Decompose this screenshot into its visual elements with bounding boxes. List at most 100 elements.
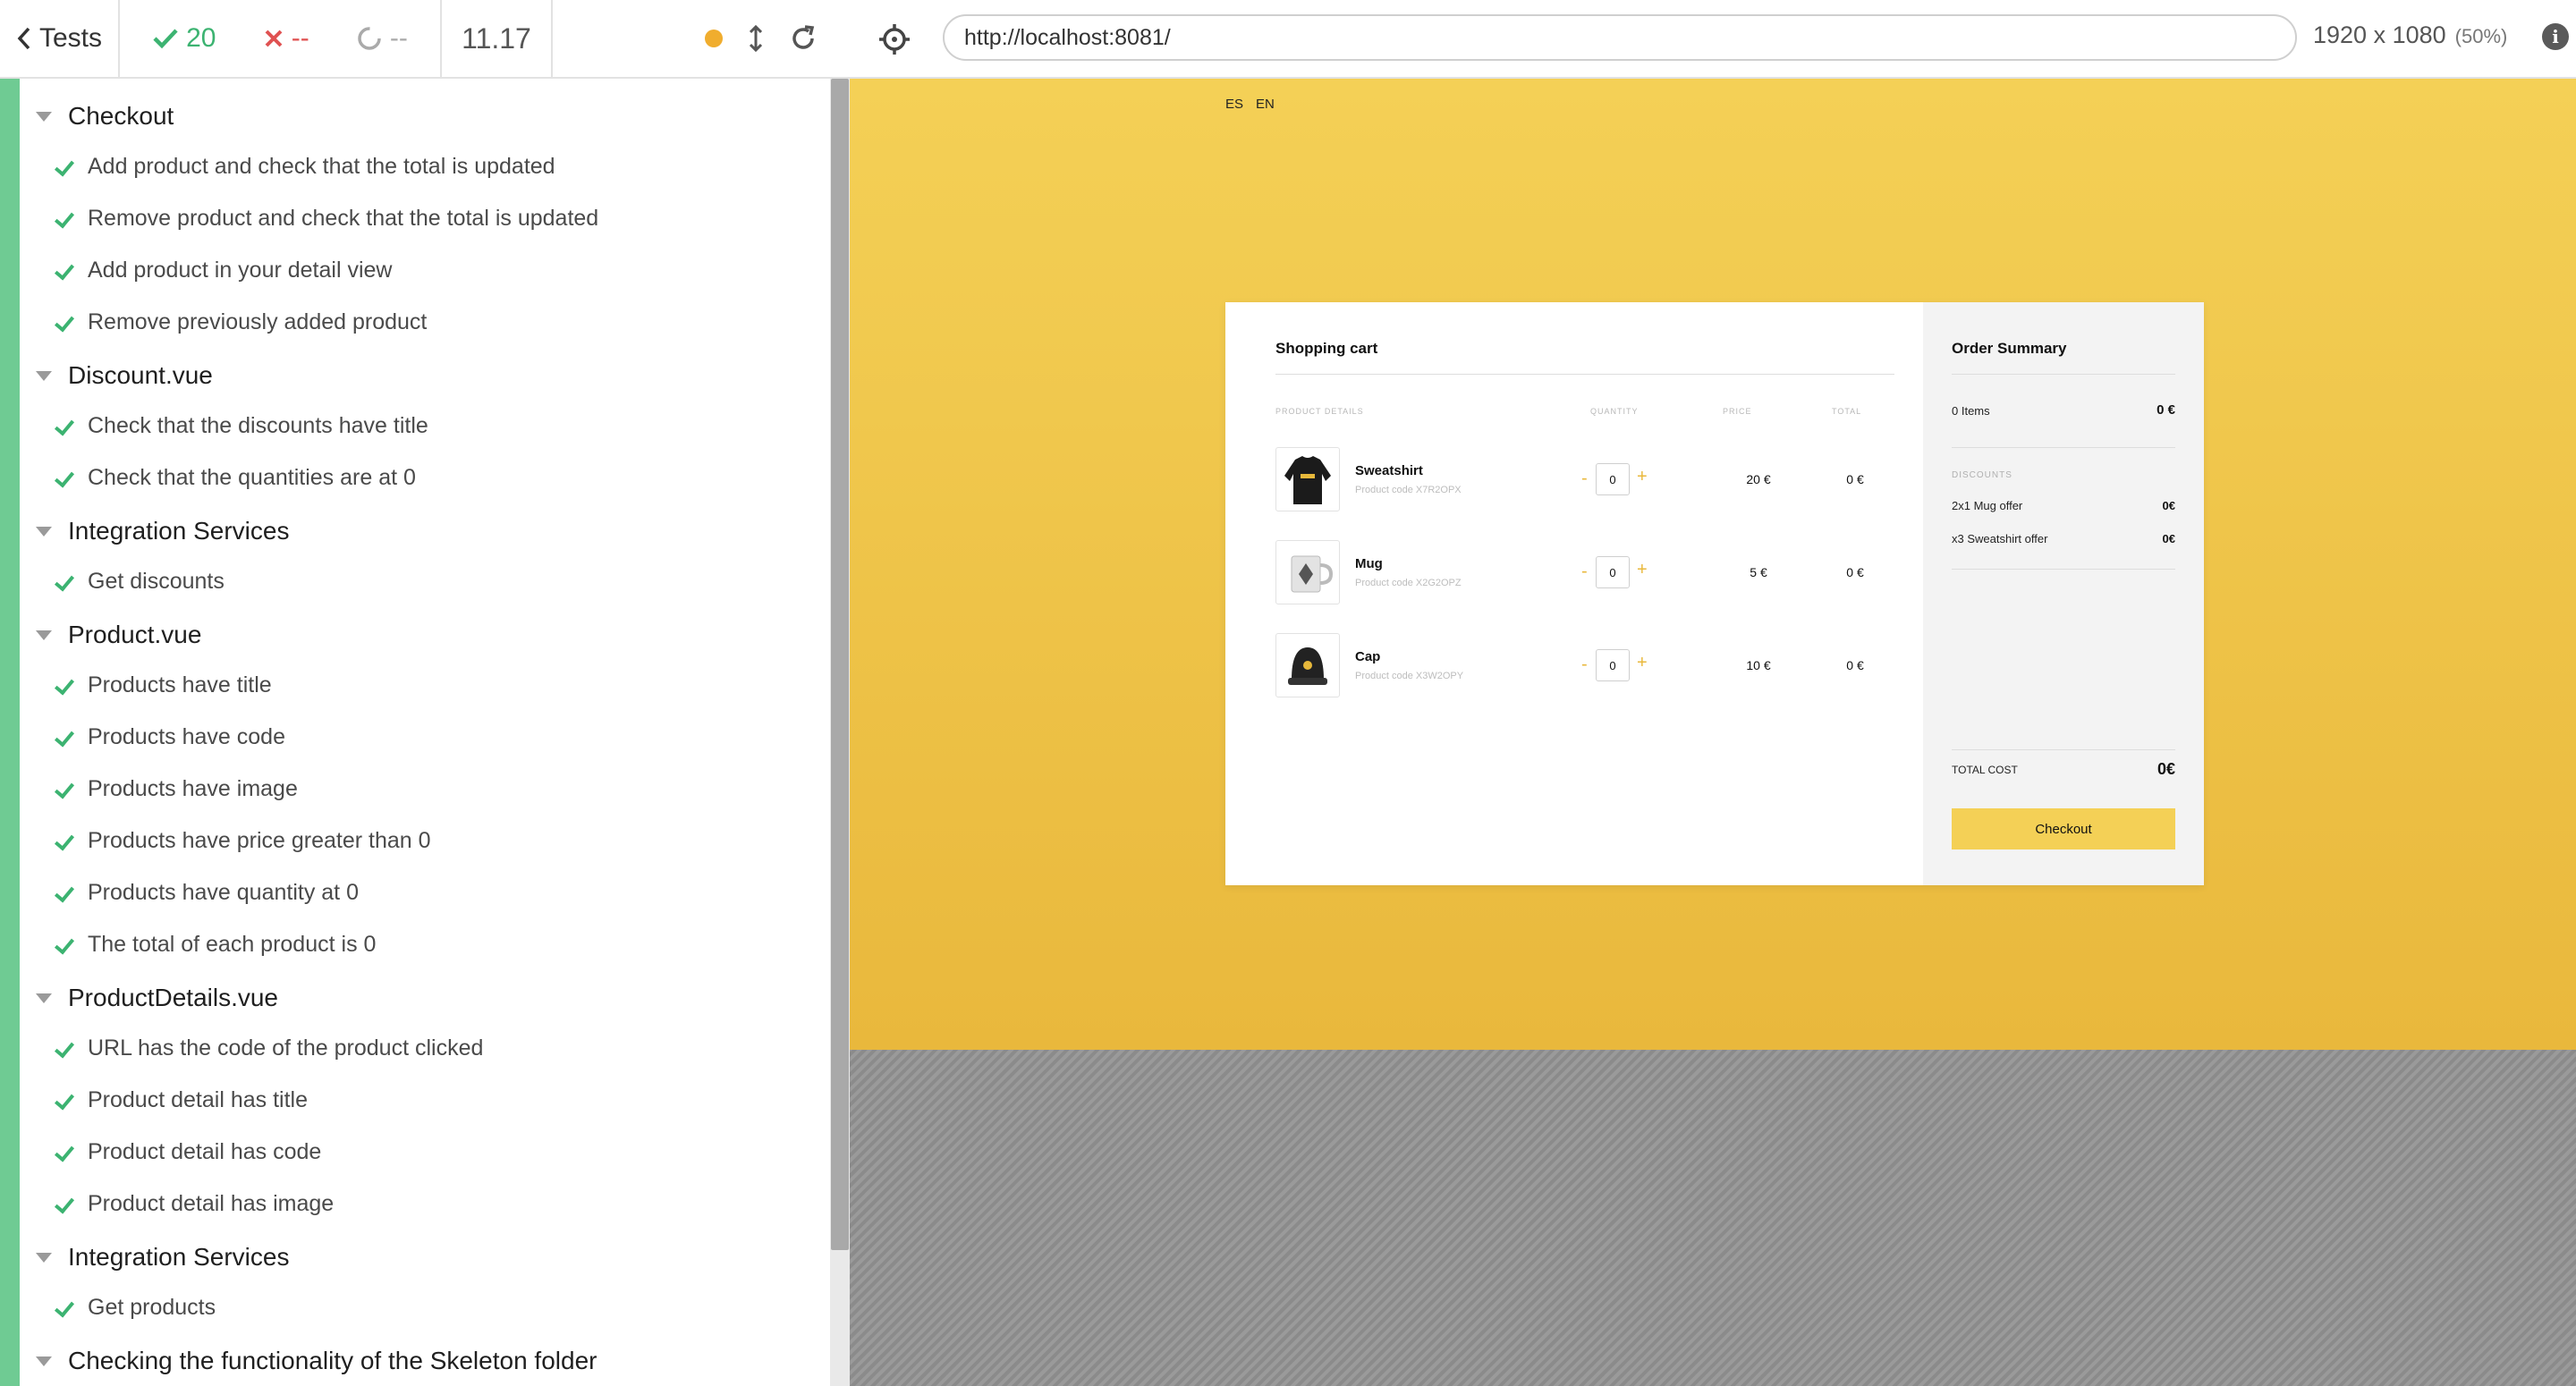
shopping-cart: Shopping cart PRODUCT DETAILS QUANTITY P… [1225,302,1923,885]
check-icon [54,1297,75,1319]
caret-down-icon [36,111,52,122]
suite-title: Integration Services [68,1243,290,1271]
checkout-card: Shopping cart PRODUCT DETAILS QUANTITY P… [1225,302,2204,885]
increase-quantity-button[interactable]: + [1637,467,1648,487]
check-icon [54,727,75,748]
suite-header[interactable]: ProductDetails.vue [36,984,278,1012]
chevron-left-icon [17,27,30,50]
language-en[interactable]: EN [1256,97,1275,112]
aut-pane: http://localhost:8081/ 1920 x 1080 (50%)… [850,0,2576,1386]
decrease-quantity-button[interactable]: - [1581,469,1588,489]
test-item[interactable]: Add product and check that the total is … [54,154,555,180]
test-title: Products have quantity at 0 [88,880,359,905]
total-cost-label: TOTAL COST [1952,764,2018,776]
product-thumbnail[interactable] [1275,633,1340,697]
quantity-input[interactable] [1596,556,1630,588]
test-item[interactable]: Get products [54,1295,216,1321]
info-icon[interactable]: i [2542,23,2569,50]
product-thumbnail[interactable] [1275,540,1340,604]
product-name[interactable]: Cap [1355,649,1380,664]
test-item[interactable]: Product detail has code [54,1139,321,1165]
decrease-quantity-button[interactable]: - [1581,562,1588,582]
test-item[interactable]: Check that the quantities are at 0 [54,465,416,491]
test-title: Remove previously added product [88,309,428,334]
increase-quantity-button[interactable]: + [1637,653,1648,673]
test-item[interactable]: Products have quantity at 0 [54,880,359,906]
suite-header[interactable]: Integration Services [36,1243,289,1272]
suite-header[interactable]: Checking the functionality of the Skelet… [36,1347,597,1375]
check-icon [54,779,75,800]
suite-header[interactable]: Product.vue [36,621,201,649]
duration: 11.17 [442,0,553,77]
divider [1952,749,2175,750]
failed-stat: -- [263,23,309,54]
product-thumbnail[interactable] [1275,447,1340,511]
suite-header[interactable]: Discount.vue [36,361,213,390]
url-input[interactable]: http://localhost:8081/ [943,14,2297,61]
check-icon [54,208,75,230]
test-item[interactable]: Add product in your detail view [54,258,392,283]
running-status-dot-icon [705,30,723,47]
suite-header[interactable]: Checkout [36,102,174,131]
suite-header[interactable]: Integration Services [36,517,289,545]
caret-down-icon [36,993,52,1003]
discounts-heading: DISCOUNTS [1952,470,2012,480]
test-item[interactable]: Products have code [54,724,285,750]
checkout-button[interactable]: Checkout [1952,808,2175,849]
runnables-list: Checkout Add product and check that the t… [0,79,832,1386]
test-item[interactable]: The total of each product is 0 [54,932,376,958]
quantity-input[interactable] [1596,649,1630,681]
test-item[interactable]: Products have price greater than 0 [54,828,431,854]
decrease-quantity-button[interactable]: - [1581,655,1588,675]
test-title: Add product and check that the total is … [88,154,555,179]
total-cost-value: 0€ [2157,760,2175,778]
test-title: Product detail has code [88,1139,322,1164]
column-header-price: PRICE [1723,407,1752,416]
discount-value: 0€ [2162,532,2175,545]
product-name[interactable]: Sweatshirt [1355,463,1423,478]
auto-scroll-toggle[interactable] [750,25,762,52]
product-row: Sweatshirt Product code X7R2OPX - + 20 €… [1275,447,1894,511]
language-es[interactable]: ES [1225,97,1243,112]
pending-circle-icon [358,27,381,50]
test-item[interactable]: Get discounts [54,569,225,595]
test-item[interactable]: URL has the code of the product clicked [54,1035,483,1061]
test-item[interactable]: Product detail has image [54,1191,334,1217]
check-icon [54,571,75,593]
tests-back-button[interactable]: Tests [0,0,120,77]
check-icon [54,260,75,282]
product-name[interactable]: Mug [1355,556,1383,571]
sweatshirt-image-icon [1284,456,1331,504]
test-title: Get discounts [88,569,225,594]
divider [1952,374,2175,375]
test-title: Products have price greater than 0 [88,828,431,853]
test-item[interactable]: Check that the discounts have title [54,413,428,439]
reporter-scrollbar-thumb[interactable] [831,79,849,1250]
column-header-quantity: QUANTITY [1590,407,1639,416]
test-title: Remove product and check that the total … [88,206,599,231]
pending-count: -- [389,23,408,53]
check-icon [54,416,75,437]
test-item[interactable]: Product detail has title [54,1087,308,1113]
increase-quantity-button[interactable]: + [1637,560,1648,580]
test-item[interactable]: Products have title [54,672,272,698]
test-item[interactable]: Remove product and check that the total … [54,206,598,232]
passed-count: 20 [186,23,216,53]
selector-playground-button[interactable] [877,21,912,57]
passed-stat: 20 [152,23,216,54]
product-row: Cap Product code X3W2OPY - + 10 € 0 € [1275,633,1894,697]
discount-label: x3 Sweatshirt offer [1952,532,2048,545]
quantity-input[interactable] [1596,463,1630,495]
test-title: Products have image [88,776,298,801]
rerun-button[interactable] [789,24,818,53]
test-title: Check that the quantities are at 0 [88,465,416,490]
product-total: 0 € [1846,658,1864,672]
column-header-details: PRODUCT DETAILS [1275,407,1364,416]
test-item[interactable]: Products have image [54,776,298,802]
test-title: Products have code [88,724,285,749]
divider [1275,374,1894,375]
cart-title: Shopping cart [1275,340,1378,357]
check-icon [54,156,75,178]
test-item[interactable]: Remove previously added product [54,309,427,335]
check-icon [54,1090,75,1111]
